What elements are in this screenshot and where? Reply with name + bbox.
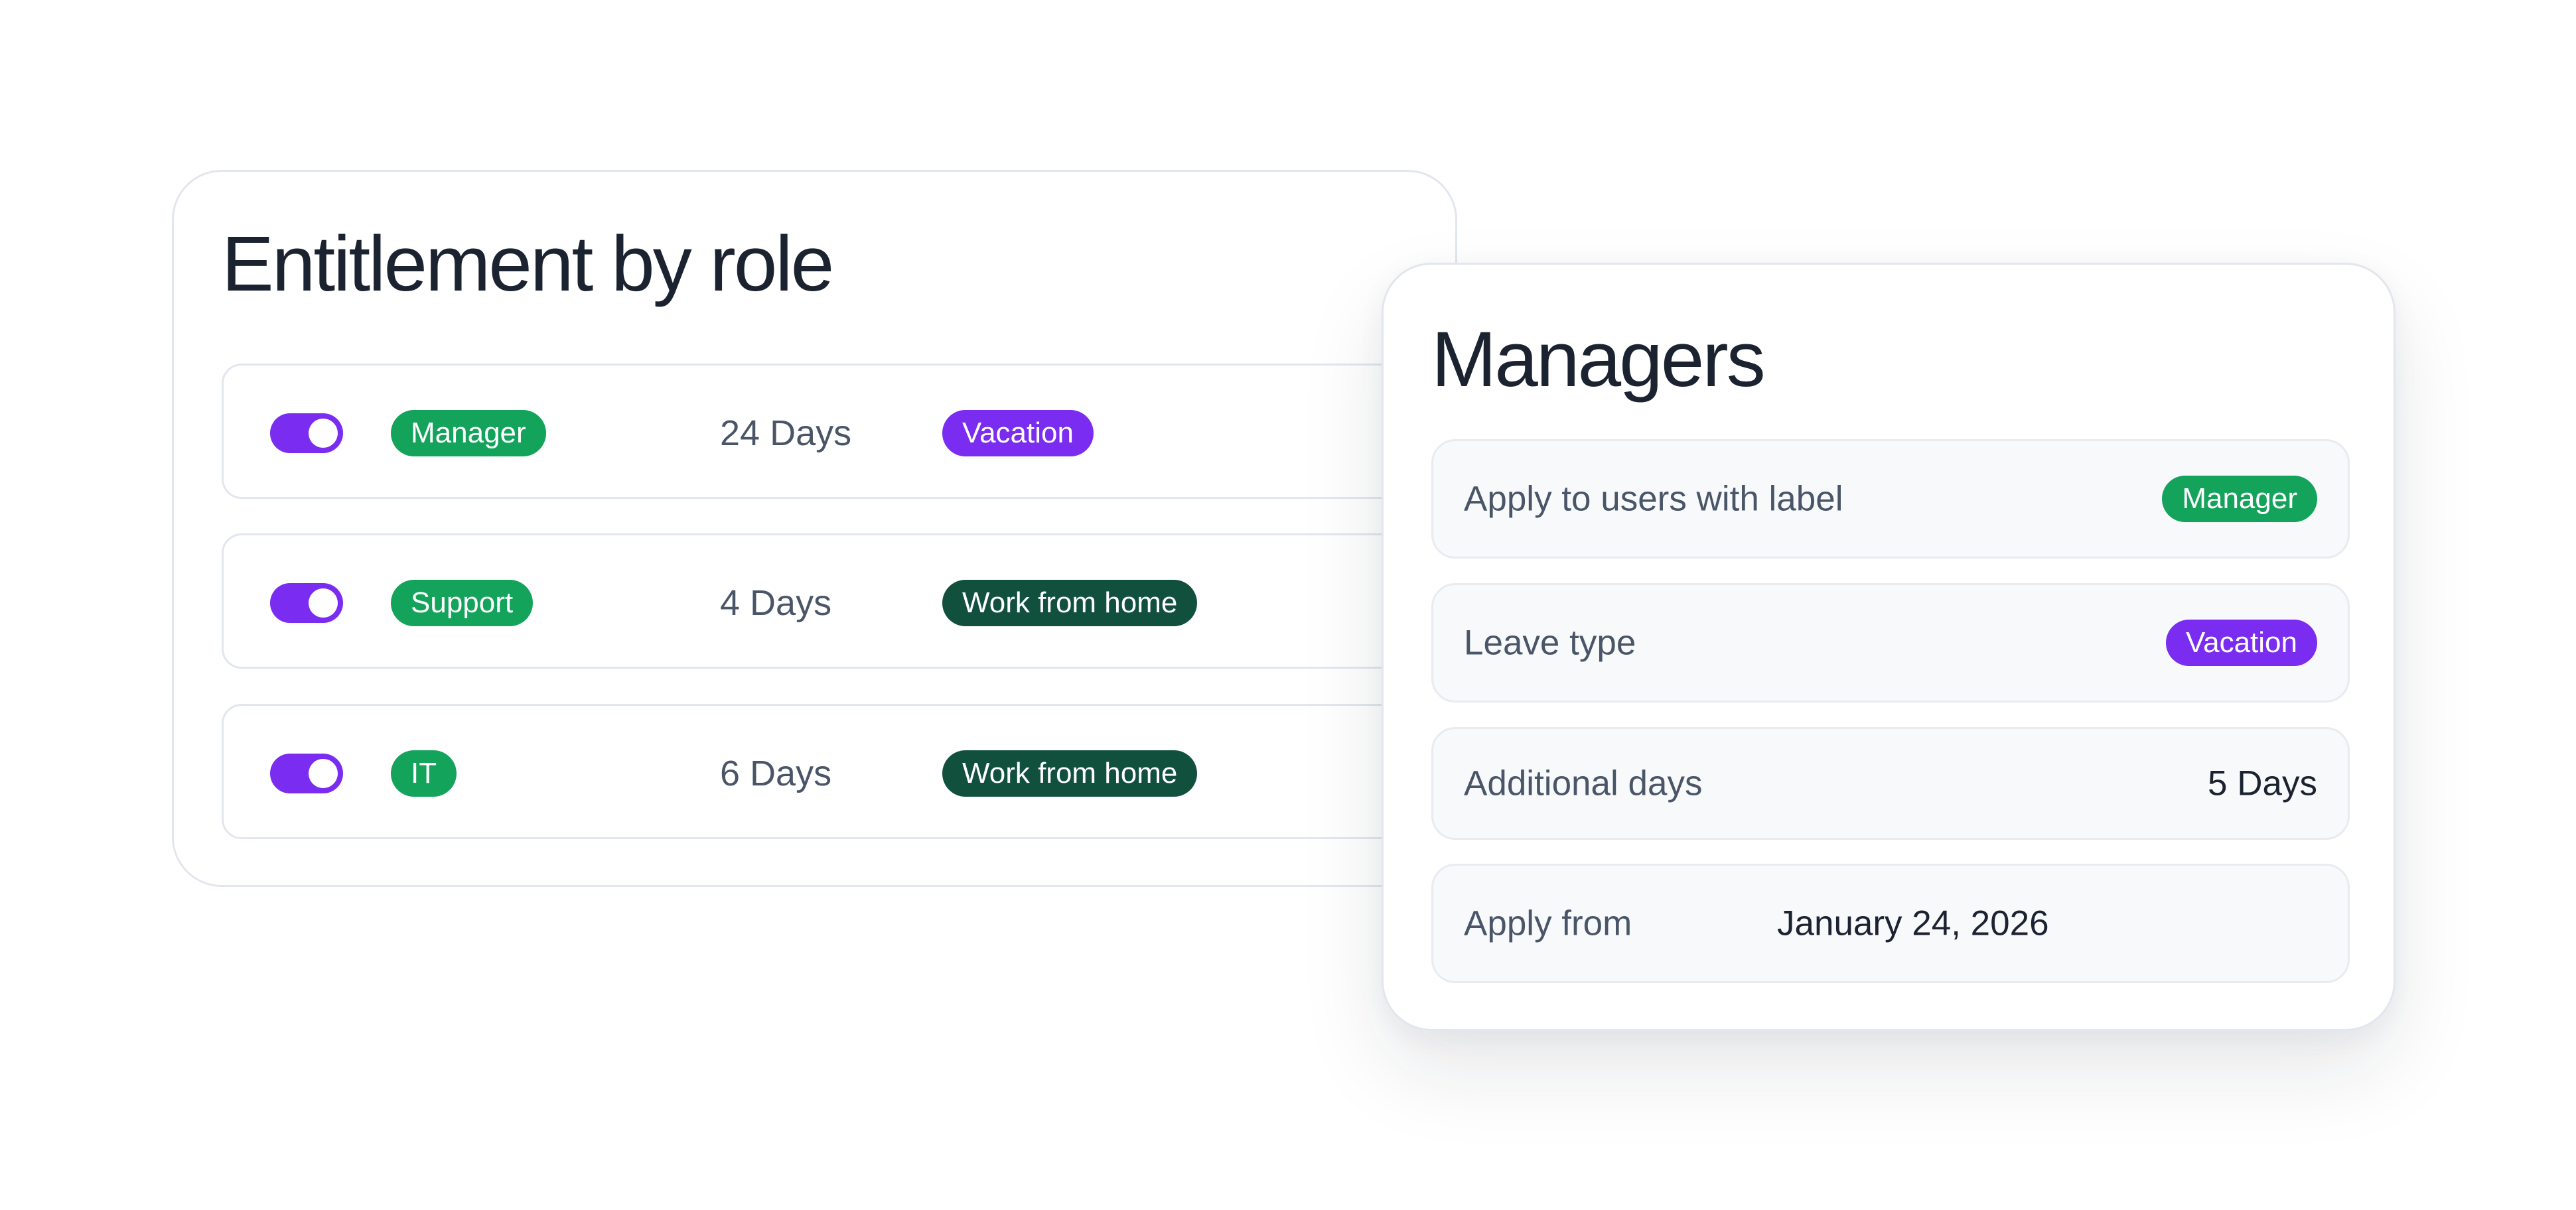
entitlement-card-title: Entitlement by role	[222, 220, 834, 308]
leave-type-chip: Work from home	[942, 750, 1198, 797]
role-label-chip: IT	[391, 750, 457, 797]
role-label-chip: Support	[391, 580, 534, 626]
apply-to-label-label: Apply to users with label	[1464, 479, 1843, 519]
leave-type-row[interactable]: Leave type Vacation	[1431, 583, 2350, 703]
additional-days-label: Additional days	[1464, 764, 1703, 803]
role-enabled-toggle[interactable]	[270, 583, 343, 623]
leave-type-label: Leave type	[1464, 623, 1636, 663]
leave-type-chip: Work from home	[942, 580, 1198, 626]
toggle-knob	[309, 588, 338, 618]
role-row-it[interactable]: IT 6 Days Work from home	[222, 704, 1482, 839]
role-row-support[interactable]: Support 4 Days Work from home	[222, 533, 1482, 669]
additional-days-row[interactable]: Additional days 5 Days	[1431, 727, 2350, 840]
leave-type-chip: Vacation	[942, 410, 1094, 456]
leave-type-chip: Vacation	[2166, 620, 2317, 666]
role-label-chip: Manager	[391, 410, 546, 456]
apply-from-row[interactable]: Apply from January 24, 2026	[1431, 864, 2350, 983]
role-enabled-toggle[interactable]	[270, 754, 343, 793]
entitlement-days: 6 Days	[720, 754, 832, 793]
apply-from-date: January 24, 2026	[1777, 904, 2049, 943]
entitlement-days: 4 Days	[720, 583, 832, 623]
additional-days-value: 5 Days	[2208, 764, 2317, 803]
toggle-knob	[309, 419, 338, 448]
managers-card-title: Managers	[1431, 316, 1766, 403]
role-row-manager[interactable]: Manager 24 Days Vacation	[222, 364, 1482, 499]
managers-card: Managers Apply to users with label Manag…	[1382, 263, 2396, 1031]
entitlement-by-role-card: Entitlement by role Manager 24 Days Vaca…	[172, 170, 1482, 887]
toggle-knob	[309, 759, 338, 788]
apply-from-label: Apply from	[1464, 904, 1632, 943]
entitlement-days: 24 Days	[720, 413, 852, 453]
role-enabled-toggle[interactable]	[270, 413, 343, 453]
user-label-chip: Manager	[2162, 476, 2317, 522]
apply-to-label-row[interactable]: Apply to users with label Manager	[1431, 439, 2350, 559]
